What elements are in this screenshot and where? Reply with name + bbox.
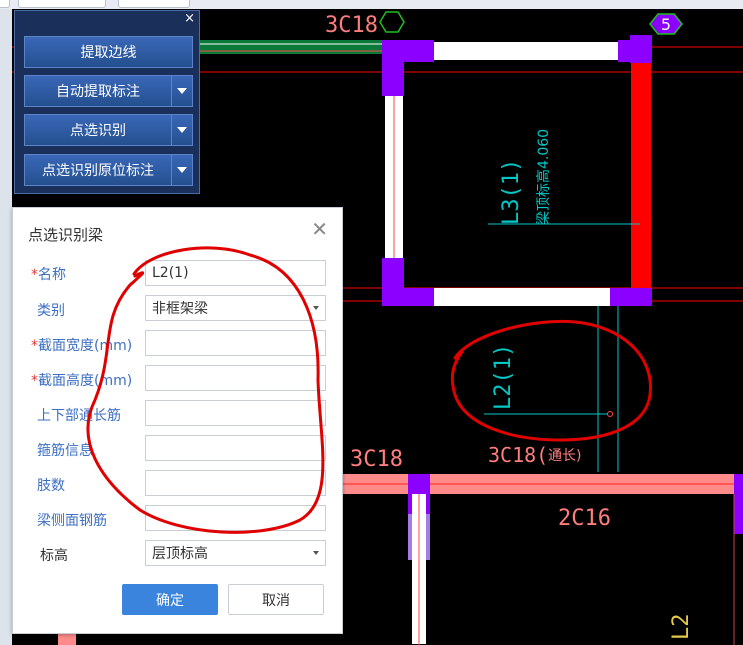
chevron-down-icon	[313, 306, 319, 310]
axis-marker	[379, 11, 405, 33]
column	[734, 474, 743, 534]
label-section-height: *截面高度(mm)	[31, 373, 133, 389]
column	[610, 288, 652, 306]
toolbar-tab[interactable]	[118, 0, 190, 8]
dialog-title: 点选识别梁	[28, 226, 104, 244]
name-input[interactable]	[145, 260, 326, 286]
button-label: 提取边线	[80, 45, 137, 61]
left-side-strip	[0, 9, 12, 645]
label-side-rebar: 梁侧面钢筋	[37, 513, 107, 529]
required-mark: *	[31, 267, 38, 283]
extract-edge-button[interactable]: 提取边线	[24, 36, 193, 68]
top-toolbar-strip	[0, 0, 743, 9]
chevron-down-icon	[313, 551, 319, 555]
point-recognize-button[interactable]: 点选识别	[24, 114, 193, 146]
column	[382, 40, 404, 96]
top-bottom-rebar-input[interactable]	[145, 400, 326, 426]
section-height-input[interactable]	[145, 365, 326, 391]
category-select[interactable]: 非框架梁	[145, 295, 326, 321]
label-leg-count: 肢数	[37, 478, 65, 494]
beam-right-red	[631, 48, 651, 298]
button-label: 点选识别原位标注	[42, 163, 154, 179]
dropdown-arrow-icon[interactable]	[171, 115, 192, 145]
label-top-bottom-rebar: 上下部通长筋	[37, 408, 121, 424]
beam-label-l3: L3(1)	[499, 159, 524, 225]
axis-number: 5	[661, 15, 671, 34]
rebar-label-right: 2C16	[558, 506, 611, 531]
point-recognize-beam-dialog: 点选识别梁 ✕ *名称 类别 非框架梁 *截面宽度(mm) *截面高度(mm) …	[12, 207, 343, 634]
ok-button[interactable]: 确定	[122, 584, 218, 615]
stirrup-info-input[interactable]	[145, 435, 326, 461]
label-stirrup-info: 箍筋信息	[37, 443, 93, 459]
rebar-label-mid-suffix: 通长)	[548, 448, 581, 464]
button-label: 点选识别	[70, 123, 126, 139]
elevation-select[interactable]: 层顶标高	[145, 540, 326, 566]
column	[382, 288, 434, 306]
label-category: 类别	[37, 303, 65, 319]
cancel-button[interactable]: 取消	[228, 584, 324, 615]
panel-close-button[interactable]: ×	[184, 11, 195, 27]
rebar-label-mid: 3C18(	[488, 443, 548, 467]
column	[630, 35, 652, 63]
leg-count-input[interactable]	[145, 470, 326, 496]
rebar-label-top: 3C18	[325, 13, 378, 38]
auto-extract-label-button[interactable]: 自动提取标注	[24, 75, 193, 107]
category-value: 非框架梁	[152, 301, 208, 317]
green-beam	[195, 40, 385, 54]
button-label: 自动提取标注	[56, 84, 140, 100]
point-recognize-inplace-label-button[interactable]: 点选识别原位标注	[24, 154, 193, 186]
beam-label-l2-bottom: L2	[669, 614, 694, 641]
rebar-label-left: 3C18	[350, 447, 403, 472]
label-name: *名称	[31, 267, 66, 283]
beam-label-l2: L2(1)	[491, 344, 516, 410]
dropdown-arrow-icon[interactable]	[171, 76, 192, 106]
dropdown-arrow-icon[interactable]	[171, 155, 192, 185]
beam-l3-note: 梁顶标高4.060	[535, 129, 552, 225]
elevation-value: 层顶标高	[152, 546, 208, 562]
label-section-width: *截面宽度(mm)	[31, 338, 133, 354]
dialog-close-icon[interactable]: ✕	[311, 219, 328, 239]
side-rebar-input[interactable]	[145, 505, 326, 531]
section-width-input[interactable]	[145, 330, 326, 356]
toolbar-tab[interactable]	[18, 0, 106, 8]
toolbar-tab[interactable]	[0, 0, 10, 8]
label-elevation: 标高	[40, 548, 68, 564]
recognition-tool-panel: × 提取边线 自动提取标注 点选识别 点选识别原位标注	[14, 10, 200, 194]
